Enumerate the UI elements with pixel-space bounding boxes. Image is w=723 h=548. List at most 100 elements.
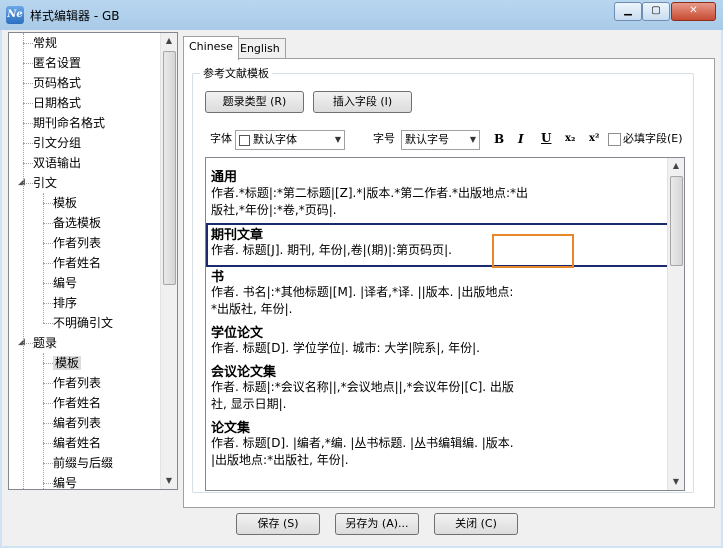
- required-field-checkbox[interactable]: [608, 133, 621, 146]
- font-label: 字体: [210, 132, 232, 145]
- template-line: 社, 显示日期|.: [211, 397, 287, 411]
- underline-button[interactable]: U: [541, 129, 551, 147]
- tree-item[interactable]: 期刊命名格式: [33, 113, 105, 133]
- tree-item-label: 备选模板: [53, 216, 102, 230]
- tree-scroll-thumb[interactable]: [163, 51, 176, 285]
- size-select-value: 默认字号: [405, 133, 449, 146]
- app-logo-icon: Ne: [6, 6, 24, 24]
- tree-item[interactable]: 引文: [33, 173, 57, 193]
- tree-item[interactable]: 作者姓名: [53, 253, 101, 273]
- tree-connector: [43, 353, 44, 489]
- scroll-up-icon[interactable]: ▲: [668, 158, 684, 174]
- template-line: *出版社, 年份|.: [211, 302, 293, 316]
- tree-connector: [43, 323, 53, 324]
- window-client-area: 常规 匿名设置 页码格式 日期格式 期刊命名格式 引文分组 双语输出 ◢ 引文 模板 备选模板 作者列…: [2, 30, 721, 546]
- subscript-button[interactable]: x₂: [565, 130, 575, 148]
- tree-item[interactable]: 编号: [53, 273, 77, 293]
- tree-item[interactable]: 匿名设置: [33, 53, 81, 73]
- font-select[interactable]: 默认字体 ▼: [235, 130, 345, 150]
- tree-item-label: 编号: [53, 276, 78, 290]
- tree-item[interactable]: 题录: [33, 333, 57, 353]
- tree-connector: [23, 163, 33, 164]
- tree-item[interactable]: 日期格式: [33, 93, 81, 113]
- close-window-button[interactable]: ✕: [671, 2, 716, 21]
- tab-english[interactable]: English: [234, 38, 286, 59]
- save-button[interactable]: 保存 (S): [236, 513, 320, 535]
- tree-connector: [43, 243, 53, 244]
- size-label: 字号: [373, 132, 395, 145]
- tree-connector: [43, 193, 44, 323]
- tree-item-label: 期刊命名格式: [33, 116, 106, 130]
- tree-item[interactable]: 作者姓名: [53, 393, 101, 413]
- template-line: 作者.*标题|:*第二标题|[Z].*|版本.*第二作者.*出版地点:*出: [211, 186, 529, 200]
- tree-connector: [43, 223, 53, 224]
- size-select[interactable]: 默认字号 ▼: [401, 130, 480, 150]
- tree-connector: [43, 463, 53, 464]
- tree-connector: [43, 363, 53, 364]
- template-line: 作者. 书名|:*其他标题|[M]. |译者,*译. ||版本. |出版地点:: [211, 285, 514, 299]
- template-heading: 学位论文: [211, 326, 264, 341]
- tree-connector: [23, 143, 33, 144]
- maximize-button[interactable]: ▢: [642, 2, 670, 21]
- tree-item-label: 作者列表: [53, 236, 102, 250]
- tree-item[interactable]: 引文分组: [33, 133, 81, 153]
- required-field-label: 必填字段(E): [623, 132, 683, 145]
- minimize-button[interactable]: ▁: [614, 2, 642, 21]
- tree-connector: [43, 443, 53, 444]
- tree-item[interactable]: 编者列表: [53, 413, 101, 433]
- italic-button[interactable]: I: [518, 130, 524, 148]
- template-line: 作者. 标题|:*会议名称||,*会议地点||,*会议年份|[C]. 出版: [211, 380, 514, 394]
- editor-scroll-thumb[interactable]: [670, 176, 683, 266]
- tree-item-label: 双语输出: [33, 156, 82, 170]
- chevron-down-icon: ▼: [469, 135, 476, 144]
- tree-item-label: 编号: [53, 476, 78, 490]
- tree-item-label: 前缀与后缀: [53, 456, 114, 470]
- tree-item[interactable]: 作者列表: [53, 233, 101, 253]
- tree-item-label: 排序: [53, 296, 78, 310]
- save-as-button[interactable]: 另存为 (A)...: [335, 513, 419, 535]
- tree-item[interactable]: 不明确引文: [53, 313, 113, 333]
- template-line: 版社,*年份|:*卷,*页码|.: [211, 203, 337, 217]
- tree-item[interactable]: 常规: [33, 33, 57, 53]
- editor-scrollbar[interactable]: ▲ ▼: [667, 158, 684, 490]
- template-editor-text[interactable]: 通用 作者.*标题|:*第二标题|[Z].*|版本.*第二作者.*出版地点:*出…: [206, 158, 668, 490]
- tree-item[interactable]: 编者姓名: [53, 433, 101, 453]
- tree-item[interactable]: 编号: [53, 473, 78, 490]
- superscript-button[interactable]: x²: [589, 130, 599, 148]
- tree-scrollbar[interactable]: ▲ ▼: [160, 33, 177, 489]
- tree-item[interactable]: 作者列表: [53, 373, 101, 393]
- tree-item-label: 常规: [33, 36, 58, 50]
- scroll-up-icon[interactable]: ▲: [161, 33, 177, 49]
- tree-connector: [23, 63, 33, 64]
- tree-item-label: 模板: [53, 356, 82, 370]
- scroll-down-icon[interactable]: ▼: [668, 474, 684, 490]
- tree-item[interactable]: 双语输出: [33, 153, 81, 173]
- tree-item-label: 日期格式: [33, 96, 82, 110]
- tab-page: 参考文献模板 题录类型 (R) 插入字段 (I) 字体 默认字体 ▼ 字号 默认…: [183, 58, 715, 508]
- tree-item[interactable]: 排序: [53, 293, 77, 313]
- tree-item-label: 模板: [53, 196, 78, 210]
- insert-field-button[interactable]: 插入字段 (I): [313, 91, 412, 113]
- tree-connector: [23, 43, 33, 44]
- template-editor[interactable]: 通用 作者.*标题|:*第二标题|[Z].*|版本.*第二作者.*出版地点:*出…: [205, 157, 685, 491]
- style-tree-list: 常规 匿名设置 页码格式 日期格式 期刊命名格式 引文分组 双语输出 ◢ 引文 模板 备选模板 作者列…: [9, 33, 161, 489]
- tree-item[interactable]: 模板: [53, 193, 77, 213]
- reference-type-button[interactable]: 题录类型 (R): [205, 91, 304, 113]
- tree-item[interactable]: 前缀与后缀: [53, 453, 113, 473]
- scroll-down-icon[interactable]: ▼: [161, 473, 177, 489]
- group-caption: 参考文献模板: [200, 65, 272, 81]
- tree-item-label: 编者列表: [53, 416, 102, 430]
- tree-connector: [43, 383, 53, 384]
- tree-item-label: 引文: [33, 176, 58, 190]
- tree-item[interactable]: 页码格式: [33, 73, 81, 93]
- chevron-down-icon: ▼: [334, 135, 341, 144]
- template-line: |出版地点:*出版社, 年份|.: [211, 453, 349, 467]
- template-line: 作者. 标题[D]. 学位学位|. 城市: 大学|院系|, 年份|.: [211, 341, 480, 355]
- bold-button[interactable]: B: [494, 130, 504, 148]
- tree-item[interactable]: 模板: [53, 353, 82, 373]
- close-button[interactable]: 关闭 (C): [434, 513, 518, 535]
- tree-item-label: 编者姓名: [53, 436, 102, 450]
- tab-chinese[interactable]: Chinese: [183, 36, 239, 60]
- template-heading: 书: [211, 270, 225, 285]
- tree-item[interactable]: 备选模板: [53, 213, 101, 233]
